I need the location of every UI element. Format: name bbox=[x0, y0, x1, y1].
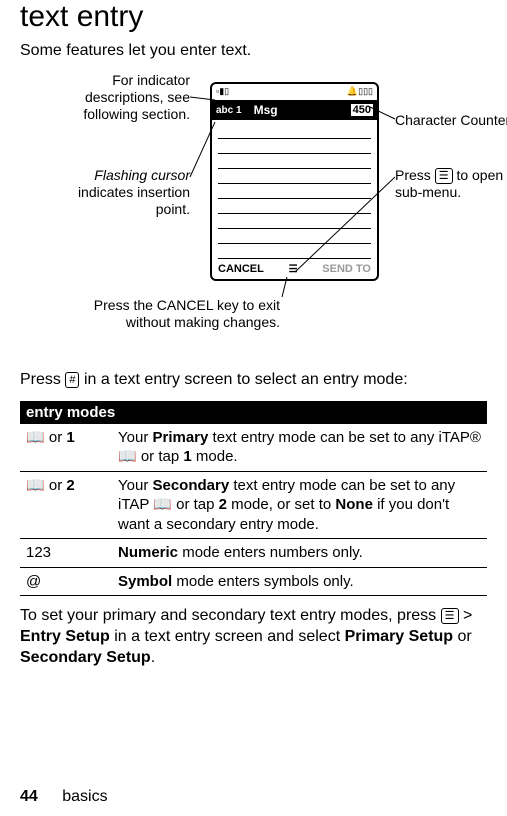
setup-text: To set your primary and secondary text e… bbox=[20, 606, 487, 668]
page-number: 44 bbox=[20, 788, 38, 805]
row2-desc: Your Secondary text entry mode can be se… bbox=[112, 471, 487, 539]
footer: 44 basics bbox=[20, 788, 108, 806]
msg-label: Msg bbox=[246, 103, 351, 117]
intro-text: Some features let you enter text. bbox=[20, 42, 487, 60]
table-row: @ Symbol mode enters symbols only. bbox=[20, 567, 487, 596]
menu-key-icon: ☰ bbox=[435, 168, 453, 184]
connector-line bbox=[370, 107, 395, 122]
row1-symbol: 📖 or 1 bbox=[20, 424, 112, 472]
text-line bbox=[218, 139, 371, 154]
table-row: 📖 or 2 Your Secondary text entry mode ca… bbox=[20, 471, 487, 539]
connector-line bbox=[282, 277, 292, 297]
callout-cancel: Press the CANCEL key to exit without mak… bbox=[40, 297, 280, 331]
page-title: text entry bbox=[20, 0, 487, 34]
callout-charcounter: Character Counter bbox=[395, 112, 507, 129]
table-row: 123 Numeric mode enters numbers only. bbox=[20, 539, 487, 568]
text-line bbox=[218, 124, 371, 139]
entry-modes-table: entry modes 📖 or 1 Your Primary text ent… bbox=[20, 401, 487, 597]
row2-symbol: 📖 or 2 bbox=[20, 471, 112, 539]
callout-submenu: Press ☰ to open sub-menu. bbox=[395, 167, 507, 201]
title-row: abc 1 Msg 450 bbox=[212, 100, 377, 120]
cancel-softkey[interactable]: CANCEL bbox=[218, 263, 264, 275]
section-label: basics bbox=[62, 788, 107, 805]
text-line bbox=[218, 154, 371, 169]
row3-desc: Numeric mode enters numbers only. bbox=[112, 539, 487, 568]
hash-key-icon: # bbox=[65, 372, 79, 388]
table-header: entry modes bbox=[20, 401, 487, 424]
connector-line bbox=[190, 177, 220, 217]
mode-indicator: abc 1 bbox=[216, 105, 246, 116]
callout-indicators: For indicator descriptions, see followin… bbox=[30, 72, 190, 122]
table-row: 📖 or 1 Your Primary text entry mode can … bbox=[20, 424, 487, 472]
diagram: ▫▮▯ 🔔▯▯▯ abc 1 Msg 450 CANCEL bbox=[20, 72, 487, 352]
row4-desc: Symbol mode enters symbols only. bbox=[112, 567, 487, 596]
press-hash-text: Press # in a text entry screen to select… bbox=[20, 370, 487, 391]
row3-symbol: 123 bbox=[20, 539, 112, 568]
menu-key-icon: ☰ bbox=[441, 608, 459, 624]
row1-desc: Your Primary text entry mode can be set … bbox=[112, 424, 487, 472]
connector-line bbox=[190, 97, 220, 107]
connector-line bbox=[295, 177, 395, 272]
battery-icon: 🔔▯▯▯ bbox=[347, 86, 373, 98]
callout-cursor: Flashing cursor indicates insertion poin… bbox=[30, 167, 190, 217]
status-bar: ▫▮▯ 🔔▯▯▯ bbox=[212, 84, 377, 100]
row4-symbol: @ bbox=[20, 567, 112, 596]
